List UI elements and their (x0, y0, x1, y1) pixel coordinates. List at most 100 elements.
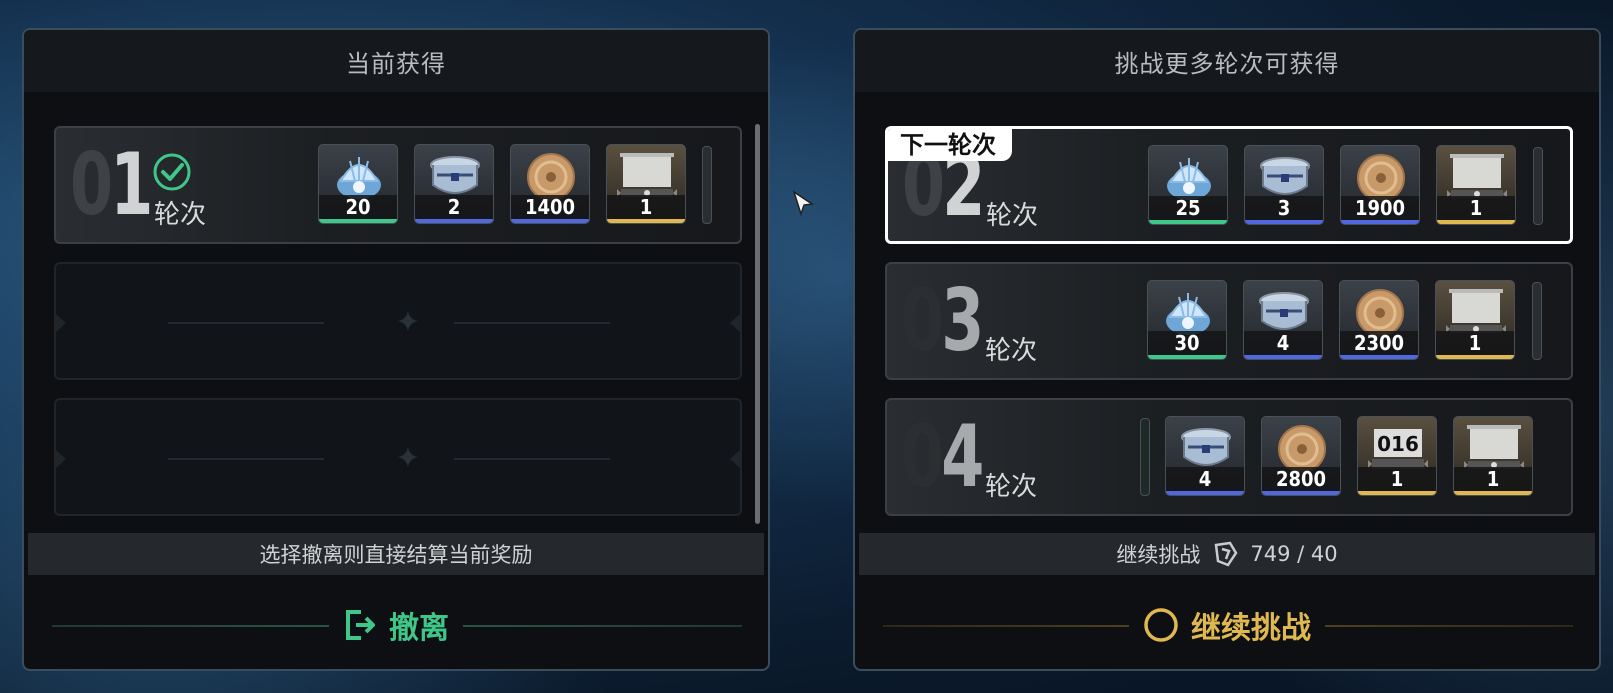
check-icon (153, 153, 191, 191)
deco-arrow-left (56, 314, 66, 332)
action-row: 继续挑战 (855, 585, 1599, 665)
round-number: 03 (901, 271, 984, 371)
round-card-04: 04 轮次 4 2800 016 1 1 (885, 398, 1573, 516)
reward-item[interactable]: 4 (1165, 416, 1245, 496)
round-number: 01 (70, 135, 153, 235)
action-row: 撤离 (24, 585, 768, 665)
reward-items: 30 4 2300 1 (1147, 280, 1515, 360)
rarity-bar (319, 219, 397, 223)
rounds-list[interactable]: 02 下一轮次 轮次 25 3 1900 1 03 轮次 30 4 2300 1 04 轮次… (855, 92, 1599, 545)
rarity-bar (1437, 220, 1515, 224)
info-bar: 继续挑战 749 / 40 (859, 533, 1595, 575)
rarity-bar (607, 219, 685, 223)
reward-items: 4 2800 016 1 1 (1165, 416, 1533, 496)
rarity-bar (1149, 220, 1227, 224)
item-quantity: 1 (607, 195, 685, 219)
panel-title: 挑战更多轮次可获得 (855, 30, 1599, 92)
deco-arrow-left (56, 450, 66, 468)
rarity-bar (511, 219, 589, 223)
rarity-bar (415, 219, 493, 223)
reward-item-partial (702, 146, 712, 224)
round-label: 轮次 (986, 201, 1039, 231)
rarity-bar (1166, 491, 1244, 495)
reward-item[interactable]: 1 (1453, 416, 1533, 496)
item-quantity: 1 (1437, 196, 1515, 220)
deco-arrow-right (730, 450, 740, 468)
exit-icon (346, 610, 375, 640)
item-quantity: 20 (319, 195, 397, 219)
rarity-bar (1148, 355, 1226, 359)
round-card-01: 01 轮次 20 2 1400 1 (54, 126, 742, 244)
next-round-tag: 下一轮次 (888, 129, 1012, 161)
reward-items: 25 3 1900 1 (1148, 145, 1516, 225)
round-number: 04 (901, 407, 984, 507)
reward-item[interactable]: 4 (1243, 280, 1323, 360)
scrollbar[interactable] (755, 124, 760, 524)
reward-item[interactable]: 3 (1244, 145, 1324, 225)
info-bar: 选择撤离则直接结算当前奖励 (28, 533, 764, 575)
reward-item[interactable]: 016 1 (1357, 416, 1437, 496)
deco-line (168, 322, 324, 324)
item-quantity: 4 (1244, 331, 1322, 355)
rarity-bar (1262, 491, 1340, 495)
round-card-02: 02 下一轮次 轮次 25 3 1900 1 (885, 126, 1573, 244)
item-quantity: 1900 (1341, 196, 1419, 220)
rarity-bar (1244, 355, 1322, 359)
deco-star-icon: ✦ (395, 441, 421, 476)
rarity-bar (1340, 355, 1418, 359)
reward-item[interactable]: 1900 (1340, 145, 1420, 225)
stamina-icon (1214, 541, 1238, 567)
svg-text:016: 016 (1377, 432, 1419, 456)
reward-item[interactable]: 1400 (510, 144, 590, 224)
info-text: 选择撤离则直接结算当前奖励 (259, 543, 533, 567)
deco-line (454, 458, 610, 460)
reward-item[interactable]: 1 (1435, 280, 1515, 360)
round-card-03: 03 轮次 30 4 2300 1 (885, 262, 1573, 380)
cursor-icon (792, 190, 814, 216)
stamina-value: 749 / 40 (1250, 542, 1338, 566)
item-quantity: 3 (1245, 196, 1323, 220)
reward-item-partial (1533, 147, 1543, 225)
deco-arrow-right (730, 314, 740, 332)
continue-label: 继续挑战 (1191, 611, 1311, 646)
rarity-bar (1245, 220, 1323, 224)
rarity-bar (1358, 491, 1436, 495)
reward-item[interactable]: 20 (318, 144, 398, 224)
retreat-button[interactable]: 撤离 (329, 603, 463, 647)
rounds-list[interactable]: 01 轮次 20 2 1400 1 ✦ ✦ (24, 92, 768, 545)
round-label: 轮次 (985, 472, 1038, 502)
reward-item[interactable]: 25 (1148, 145, 1228, 225)
reward-items: 20 2 1400 1 (318, 144, 686, 224)
reward-item[interactable]: 2 (414, 144, 494, 224)
circle-icon (1144, 608, 1178, 642)
deco-line (454, 322, 610, 324)
round-card-empty: ✦ (54, 262, 742, 380)
rarity-bar (1341, 220, 1419, 224)
round-label: 轮次 (154, 200, 207, 230)
item-quantity: 30 (1148, 331, 1226, 355)
item-quantity: 1400 (511, 195, 589, 219)
rarity-bar (1436, 355, 1514, 359)
retreat-label: 撤离 (389, 611, 449, 646)
continue-challenge-button[interactable]: 继续挑战 (1129, 603, 1325, 647)
reward-item[interactable]: 2800 (1261, 416, 1341, 496)
panel-title: 当前获得 (24, 30, 768, 92)
item-quantity: 2 (415, 195, 493, 219)
item-quantity: 1 (1358, 467, 1436, 491)
info-label: 继续挑战 (1116, 543, 1201, 567)
round-card-empty: ✦ (54, 398, 742, 516)
deco-line (168, 458, 324, 460)
item-quantity: 1 (1454, 467, 1532, 491)
reward-item[interactable]: 1 (1436, 145, 1516, 225)
reward-item[interactable]: 2300 (1339, 280, 1419, 360)
reward-item-partial (1140, 418, 1150, 496)
item-quantity: 4 (1166, 467, 1244, 491)
item-quantity: 2300 (1340, 331, 1418, 355)
current-rewards-panel: 当前获得 01 轮次 20 2 1400 1 ✦ ✦ 选择撤离则直接结算当前奖励… (22, 28, 770, 671)
item-quantity: 1 (1436, 331, 1514, 355)
round-label: 轮次 (985, 336, 1038, 366)
reward-item[interactable]: 30 (1147, 280, 1227, 360)
reward-item[interactable]: 1 (606, 144, 686, 224)
reward-item-partial (1532, 282, 1542, 360)
item-quantity: 25 (1149, 196, 1227, 220)
